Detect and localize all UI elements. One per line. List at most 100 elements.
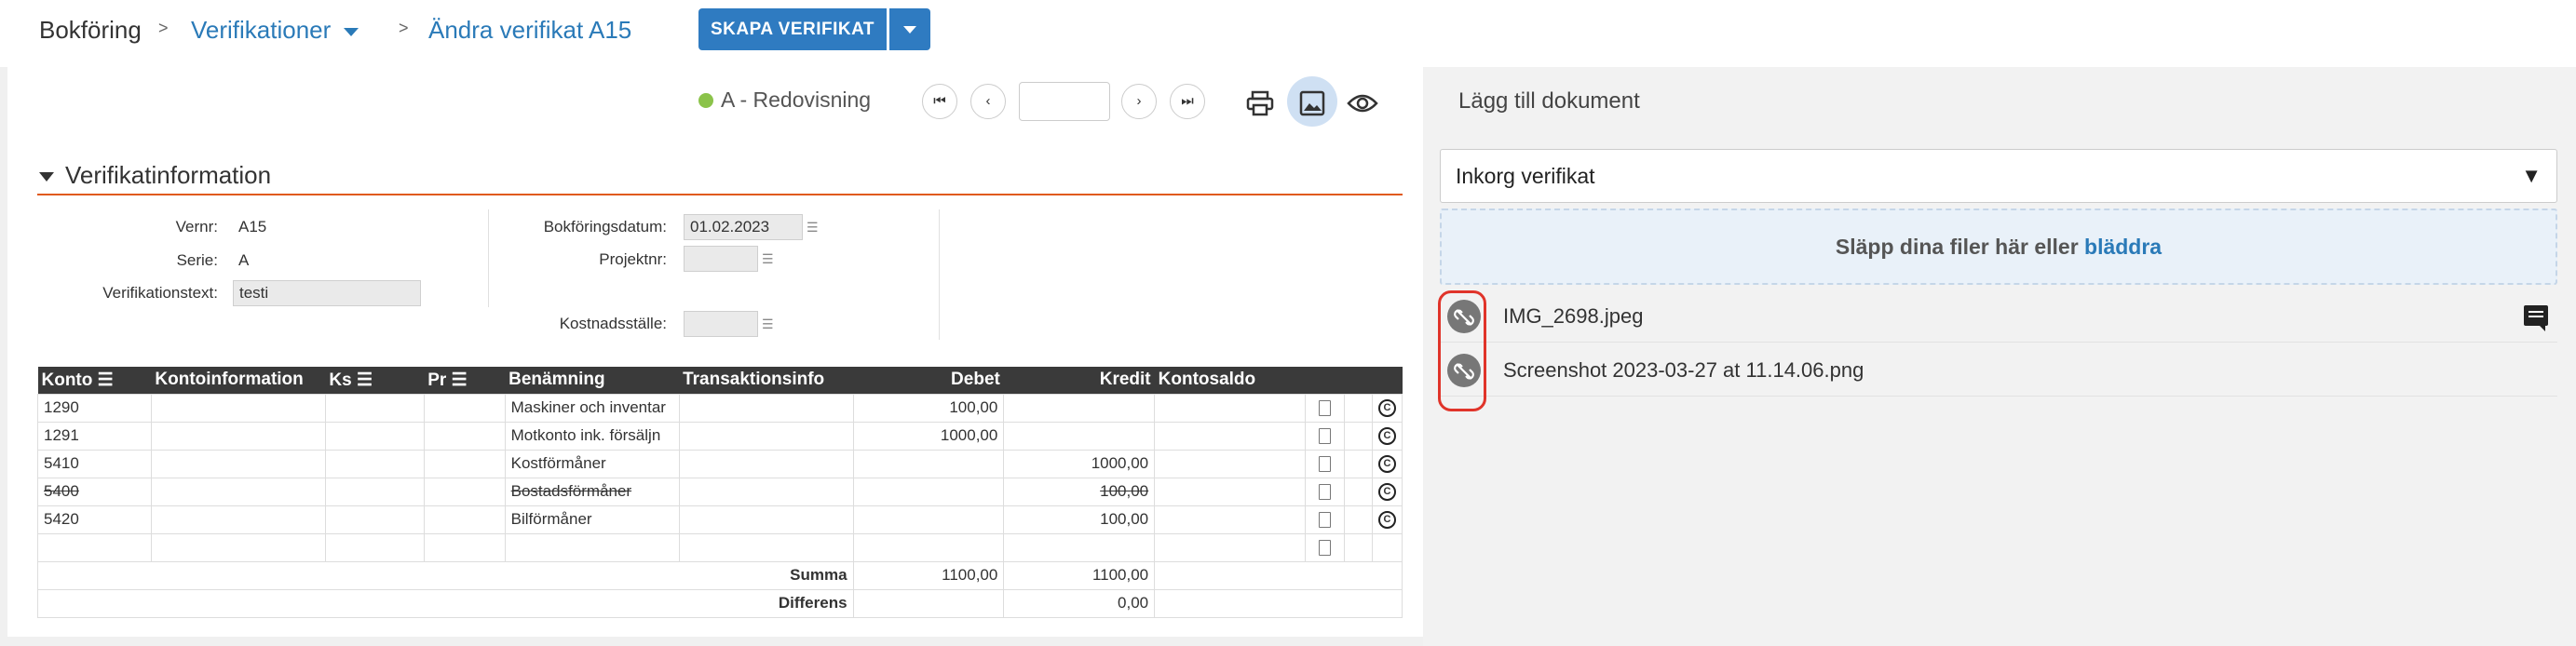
project-field[interactable] — [684, 246, 758, 272]
file-item[interactable]: Screenshot 2023-03-27 at 11.14.06.png — [1440, 344, 2557, 397]
table-row[interactable]: 5420 Bilförmåner 100,00 C — [37, 505, 1403, 534]
cell-konto[interactable]: 5420 — [37, 505, 152, 534]
breadcrumb-section-label: Verifikationer — [191, 16, 332, 44]
file-name[interactable]: IMG_2698.jpeg — [1503, 290, 1643, 343]
cell[interactable] — [423, 421, 506, 451]
file-drop-zone[interactable]: Släpp dina filer här eller bläddra — [1440, 209, 2557, 285]
document-icon[interactable] — [1318, 512, 1331, 529]
first-page-button[interactable]: ⏮ — [922, 84, 957, 119]
cell[interactable] — [37, 532, 152, 562]
cell[interactable] — [324, 393, 425, 423]
cell-kredit[interactable] — [1003, 421, 1156, 451]
cell[interactable] — [678, 393, 854, 423]
breadcrumb-section[interactable]: Verifikationer — [191, 13, 359, 47]
copyright-icon[interactable]: C — [1377, 483, 1396, 501]
table-row-empty[interactable] — [37, 532, 1403, 562]
cell-kredit[interactable]: 100,00 — [1003, 477, 1156, 506]
cell[interactable] — [150, 477, 326, 506]
cell[interactable] — [423, 532, 506, 562]
inbox-select[interactable]: Inkorg verifikat ▼ — [1440, 149, 2557, 203]
last-page-button[interactable]: ⏭ — [1170, 84, 1205, 119]
table-row[interactable]: 1290 Maskiner och inventar 100,00 C — [37, 393, 1403, 423]
document-icon[interactable] — [1318, 456, 1331, 473]
verification-text-field[interactable]: testi — [233, 280, 421, 306]
file-name[interactable]: Screenshot 2023-03-27 at 11.14.06.png — [1503, 344, 1864, 397]
cell-konto[interactable]: 1290 — [37, 393, 152, 423]
cell[interactable] — [1003, 532, 1156, 562]
list-icon[interactable]: ☰ — [762, 315, 774, 333]
cell[interactable] — [678, 421, 854, 451]
browse-link[interactable]: bläddra — [2084, 235, 2162, 259]
cell[interactable] — [678, 477, 854, 506]
cell-benamning[interactable]: Maskiner och inventar — [504, 393, 680, 423]
cell-benamning[interactable]: Bostadsförmåner — [504, 477, 680, 506]
cell[interactable] — [678, 505, 854, 534]
cell[interactable] — [150, 421, 326, 451]
cell[interactable] — [678, 532, 854, 562]
cell-debet[interactable] — [852, 505, 1005, 534]
cell-benamning[interactable]: Motkonto ink. försäljn — [504, 421, 680, 451]
col-benamning: Benämning — [505, 367, 680, 394]
cell[interactable] — [324, 532, 425, 562]
cell[interactable] — [423, 477, 506, 506]
breadcrumb-home[interactable]: Bokföring — [39, 13, 142, 47]
create-voucher-dropdown-button[interactable] — [889, 8, 930, 50]
comment-icon[interactable] — [2524, 305, 2548, 331]
cell[interactable] — [150, 393, 326, 423]
cell-debet[interactable]: 1000,00 — [852, 421, 1005, 451]
copyright-icon[interactable]: C — [1377, 511, 1396, 529]
create-voucher-button[interactable]: SKAPA VERIFIKAT — [698, 8, 887, 50]
cell-konto[interactable]: 5400 — [37, 477, 152, 506]
page-input[interactable] — [1019, 82, 1110, 121]
document-icon[interactable] — [1318, 400, 1331, 417]
cost-center-field[interactable] — [684, 311, 758, 337]
prev-page-button[interactable]: ‹ — [970, 84, 1006, 119]
col-konto[interactable]: Konto ☰ — [37, 367, 152, 394]
copyright-icon[interactable]: C — [1377, 455, 1396, 473]
file-item[interactable]: IMG_2698.jpeg — [1440, 290, 2557, 343]
cell[interactable] — [324, 421, 425, 451]
cell[interactable] — [423, 393, 506, 423]
left-divider — [0, 67, 7, 646]
cell[interactable] — [423, 449, 506, 478]
document-icon[interactable] — [1318, 484, 1331, 501]
table-row[interactable]: 5410 Kostförmåner 1000,00 C — [37, 449, 1403, 478]
cell-debet[interactable]: 100,00 — [852, 393, 1005, 423]
cell-kredit[interactable]: 100,00 — [1003, 505, 1156, 534]
next-page-button[interactable]: › — [1121, 84, 1157, 119]
image-icon[interactable] — [1287, 76, 1337, 127]
cell[interactable] — [150, 505, 326, 534]
cell-debet[interactable] — [852, 449, 1005, 478]
cell[interactable] — [324, 505, 425, 534]
list-icon[interactable]: ☰ — [807, 218, 819, 236]
cell-benamning[interactable]: Bilförmåner — [504, 505, 680, 534]
date-field[interactable]: 01.02.2023 — [684, 214, 803, 240]
cell[interactable] — [852, 532, 1005, 562]
table-row[interactable]: 1291 Motkonto ink. försäljn 1000,00 C — [37, 421, 1403, 451]
col-ks[interactable]: Ks ☰ — [325, 367, 425, 394]
table-row[interactable]: 5400 Bostadsförmåner 100,00 C — [37, 477, 1403, 506]
section-header[interactable]: Verifikatinformation — [39, 158, 271, 192]
cell[interactable] — [150, 449, 326, 478]
print-icon[interactable] — [1235, 76, 1285, 127]
cell-konto[interactable]: 5410 — [37, 449, 152, 478]
eye-icon[interactable] — [1337, 76, 1388, 127]
cell-kredit[interactable] — [1003, 393, 1156, 423]
cell-konto[interactable]: 1291 — [37, 421, 152, 451]
cell-debet[interactable] — [852, 477, 1005, 506]
cell[interactable] — [678, 449, 854, 478]
copyright-icon[interactable]: C — [1377, 399, 1396, 417]
copyright-icon[interactable]: C — [1377, 427, 1396, 445]
list-icon[interactable]: ☰ — [762, 249, 774, 268]
cell[interactable] — [423, 505, 506, 534]
cell-kredit[interactable]: 1000,00 — [1003, 449, 1156, 478]
document-icon[interactable] — [1318, 540, 1331, 557]
cell[interactable] — [504, 532, 680, 562]
col-pr[interactable]: Pr ☰ — [424, 367, 506, 394]
cell[interactable] — [150, 532, 326, 562]
document-icon[interactable] — [1318, 428, 1331, 445]
series-status: A - Redovisning — [698, 86, 871, 114]
cell-benamning[interactable]: Kostförmåner — [504, 449, 680, 478]
cell[interactable] — [324, 449, 425, 478]
cell[interactable] — [324, 477, 425, 506]
